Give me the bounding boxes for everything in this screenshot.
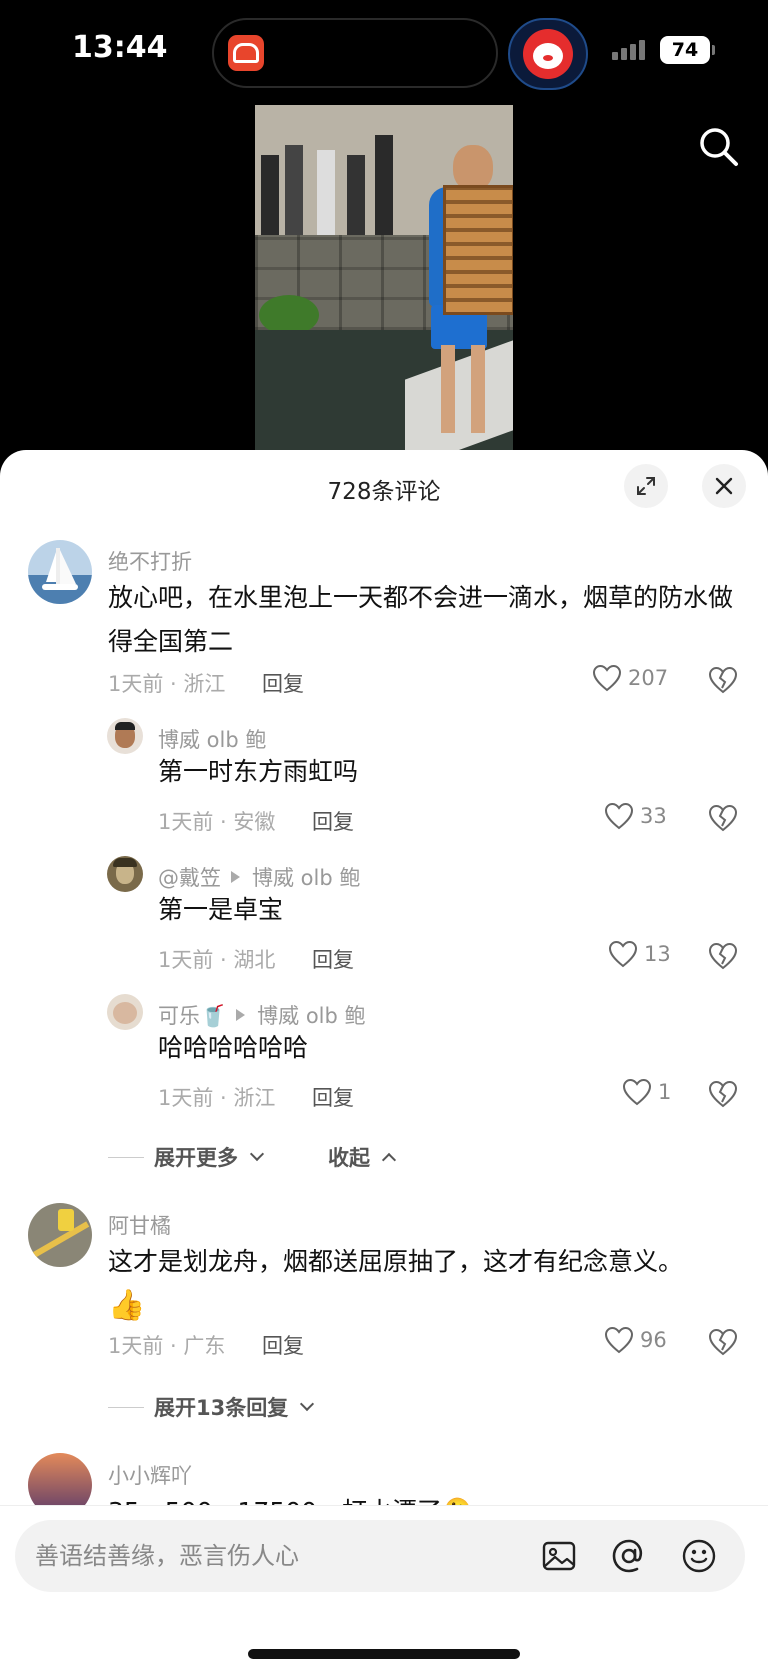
comment-text: 哈哈哈哈哈哈 [158, 1033, 309, 1062]
status-time: 13:44 [72, 30, 168, 65]
avatar[interactable] [28, 540, 92, 604]
heart-icon [604, 802, 634, 830]
expand-more-label: 展开更多 [154, 1146, 238, 1170]
comment-meta: 1天前 · 安徽 [158, 810, 276, 834]
reply-arrow-icon [231, 871, 240, 883]
comment-text: 放心吧，在水里泡上一天都不会进一滴水，烟草的防水做得全国第二 [108, 583, 734, 656]
mascot-bubble[interactable] [508, 18, 588, 90]
broken-heart-icon[interactable] [708, 1328, 738, 1356]
video-person [403, 145, 513, 445]
close-button[interactable] [702, 464, 746, 508]
comment-sheet: 728条评论 绝不打折 放心吧，在水里泡上一天都不会进一滴水，烟草的防水做得全国… [0, 450, 768, 1665]
video-player[interactable] [255, 105, 513, 450]
avatar[interactable] [107, 856, 143, 892]
broken-heart-icon[interactable] [708, 666, 738, 694]
comment-text-body: 这才是划龙舟，烟都送屈原抽了，这才有纪念意义。 [108, 1247, 684, 1276]
close-icon [715, 477, 733, 495]
expand-icon [637, 477, 655, 495]
heart-icon [592, 664, 622, 692]
signal-icon [612, 40, 645, 60]
comment-text: 这才是划龙舟，烟都送屈原抽了，这才有纪念意义。 👍 [108, 1240, 748, 1329]
comment-meta: 1天前 · 广东 [108, 1334, 226, 1358]
comment-meta: 1天前 · 湖北 [158, 948, 276, 972]
heart-icon [608, 940, 638, 968]
chevron-up-icon [381, 1152, 397, 1168]
like-count: 96 [640, 1328, 667, 1352]
mascot-icon [523, 29, 573, 79]
comment-input-box[interactable] [15, 1520, 745, 1592]
avatar[interactable] [28, 1203, 92, 1267]
comment-input-bar [0, 1505, 768, 1665]
avatar[interactable] [107, 994, 143, 1030]
expand-button[interactable] [624, 464, 668, 508]
chevron-down-icon [300, 1396, 315, 1412]
comment-meta: 1天前 · 浙江 [158, 1086, 276, 1110]
emoji-icon[interactable] [681, 1538, 717, 1574]
like-count: 33 [640, 804, 667, 828]
comment-meta: 1天前 · 浙江 [108, 672, 226, 696]
expand-more-button[interactable]: 展开更多 [108, 1142, 265, 1172]
broken-heart-icon[interactable] [708, 804, 738, 832]
image-icon[interactable] [541, 1538, 577, 1574]
comment-text: 第一时东方雨虹吗 [158, 757, 359, 786]
thumbs-up-emoji: 👍 [108, 1288, 146, 1323]
like-count: 1 [658, 1080, 672, 1104]
crate [443, 185, 513, 315]
like-count: 207 [628, 666, 669, 690]
comment-username[interactable]: 阿甘橘 [108, 1210, 171, 1240]
like-button[interactable]: 207 [592, 664, 668, 692]
like-button[interactable]: 13 [608, 940, 671, 968]
reply-button[interactable]: 回复 [262, 668, 304, 698]
reply-button[interactable]: 回复 [312, 806, 354, 836]
reply-arrow-icon [236, 1009, 246, 1021]
home-indicator[interactable] [248, 1649, 520, 1659]
divider [108, 1406, 144, 1408]
reply-button[interactable]: 回复 [262, 1330, 304, 1360]
expand-replies-label: 展开13条回复 [154, 1396, 289, 1420]
avatar[interactable] [107, 718, 143, 754]
chevron-down-icon [249, 1146, 265, 1162]
collapse-button[interactable]: 收起 [328, 1142, 397, 1172]
like-button[interactable]: 33 [604, 802, 667, 830]
reply-button[interactable]: 回复 [312, 1082, 354, 1112]
comment-username[interactable]: 小小辉吖 [108, 1460, 192, 1490]
divider [108, 1156, 144, 1158]
expand-replies-button[interactable]: 展开13条回复 [108, 1392, 315, 1422]
search-icon[interactable] [696, 124, 740, 168]
broken-heart-icon[interactable] [708, 1080, 738, 1108]
crowd [255, 125, 405, 245]
at-icon[interactable] [611, 1538, 647, 1574]
battery-indicator: 74 [660, 36, 715, 64]
comment-text: 第一是卓宝 [158, 895, 284, 924]
heart-icon [604, 1326, 634, 1354]
like-button[interactable]: 96 [604, 1326, 667, 1354]
like-button[interactable]: 1 [622, 1078, 671, 1106]
comment-username[interactable]: 绝不打折 [108, 546, 192, 576]
heart-icon [622, 1078, 652, 1106]
collapse-label: 收起 [328, 1146, 370, 1170]
dynamic-island [212, 18, 498, 88]
like-count: 13 [644, 942, 671, 966]
app-icon [228, 35, 264, 71]
comment-input[interactable] [35, 1520, 515, 1592]
broken-heart-icon[interactable] [708, 942, 738, 970]
reply-button[interactable]: 回复 [312, 944, 354, 974]
